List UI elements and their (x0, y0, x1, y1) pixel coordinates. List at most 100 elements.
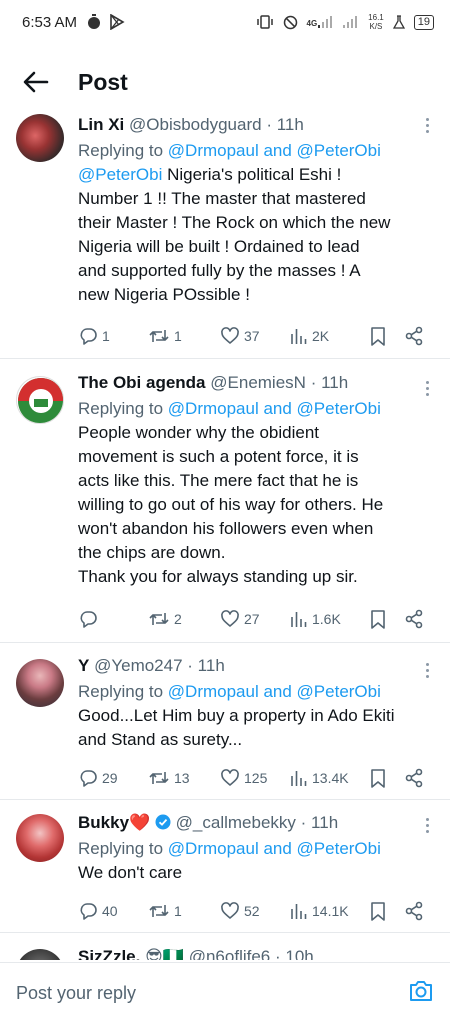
retweet-button[interactable]: 1 (148, 326, 220, 346)
views-icon (291, 904, 307, 919)
bookmark-button[interactable] (370, 901, 404, 921)
share-icon (405, 326, 423, 346)
reply-targets-link[interactable]: @Drmopaul and @PeterObi (168, 399, 381, 418)
tweet-item[interactable]: The Obi agenda @EnemiesN · 11h Replying … (0, 359, 450, 643)
bookmark-icon (371, 326, 385, 346)
tweet-header: SizZzle. 😎🇳🇬 @n6oflife6 · 10h (78, 946, 440, 960)
replying-to: Replying to @Drmopaul and @PeterObi (78, 399, 381, 418)
tweet-text: Good...Let Him buy a property in Ado Eki… (78, 706, 395, 749)
share-icon (405, 901, 423, 921)
reply-icon (80, 328, 97, 345)
retweet-button[interactable]: 1 (148, 901, 220, 921)
avatar[interactable] (16, 376, 64, 424)
reply-icon (80, 903, 97, 920)
tweet-actions: 1 1 37 2K (78, 323, 434, 349)
share-button[interactable] (404, 326, 424, 346)
vibrate-icon (256, 15, 273, 29)
page-title: Post (78, 68, 128, 95)
bookmark-button[interactable] (370, 609, 404, 629)
handle[interactable]: @EnemiesN (210, 373, 306, 392)
tweet-actions: 2 27 1.6K (78, 606, 434, 632)
camera-button[interactable] (408, 979, 434, 1008)
avatar[interactable] (16, 814, 64, 862)
bookmark-button[interactable] (370, 326, 404, 346)
replying-to: Replying to @Drmopaul and @PeterObi (78, 682, 381, 701)
battery-indicator: 19 (413, 14, 434, 30)
handle[interactable]: @Yemo247 (94, 656, 182, 675)
reply-targets-link[interactable]: @Drmopaul and @PeterObi (168, 682, 381, 701)
back-arrow-icon (23, 71, 49, 93)
display-name[interactable]: The Obi agenda (78, 373, 206, 392)
bookmark-icon (371, 901, 385, 921)
tweet-item[interactable]: Bukky❤️ @_callmebekky · 11h Replying to … (0, 800, 450, 933)
display-name[interactable]: Y (78, 656, 89, 675)
share-button[interactable] (404, 768, 424, 788)
retweet-button[interactable]: 2 (148, 609, 220, 629)
play-store-icon (110, 14, 125, 30)
replies-list[interactable]: Lin Xi @Obisbodyguard · 11h Replying to … (0, 112, 450, 960)
reply-icon (80, 770, 97, 787)
display-name[interactable]: Lin Xi (78, 115, 124, 134)
tweet-header: The Obi agenda @EnemiesN · 11h (78, 372, 440, 394)
stopwatch-icon (88, 14, 101, 29)
verified-badge-icon (155, 814, 171, 830)
like-button[interactable]: 52 (220, 901, 290, 921)
bookmark-button[interactable] (370, 768, 404, 788)
views-icon (291, 612, 307, 627)
like-button[interactable]: 37 (220, 326, 290, 346)
tweet-item[interactable]: Lin Xi @Obisbodyguard · 11h Replying to … (0, 112, 450, 359)
reply-button[interactable]: 1 (78, 326, 148, 346)
heart-emoji: ❤️ (129, 813, 151, 832)
tweet-header: Bukky❤️ @_callmebekky · 11h (78, 812, 440, 834)
tweet-item[interactable]: Y @Yemo247 · 11h Replying to @Drmopaul a… (0, 643, 450, 800)
handle[interactable]: @_callmebekky (176, 813, 296, 832)
tweet-actions: 40 1 52 14.1K (78, 898, 434, 924)
avatar[interactable] (16, 659, 64, 707)
views-button[interactable]: 14.1K (290, 902, 370, 920)
reply-button[interactable]: 40 (78, 901, 148, 921)
retweet-icon (149, 772, 169, 784)
camera-icon (410, 981, 432, 1001)
avatar[interactable] (16, 114, 64, 162)
views-icon (291, 771, 307, 786)
display-name[interactable]: SizZzle. (78, 947, 140, 960)
reply-button[interactable]: 29 (78, 768, 148, 788)
retweet-button[interactable]: 13 (148, 768, 220, 788)
tweet-actions: 29 13 125 13.4K (78, 765, 434, 791)
status-bar: 6:53 AM 4G 16.1 K/S 19 (0, 0, 450, 44)
views-button[interactable]: 2K (290, 327, 370, 345)
share-icon (405, 609, 423, 629)
handle[interactable]: @Obisbodyguard (129, 115, 262, 134)
reply-icon (80, 611, 97, 628)
mention-link[interactable]: @PeterObi (78, 165, 162, 184)
back-button[interactable] (12, 58, 60, 106)
views-button[interactable]: 1.6K (290, 610, 370, 628)
bookmark-icon (371, 609, 385, 629)
like-button[interactable]: 125 (220, 768, 290, 788)
tweet-header: Lin Xi @Obisbodyguard · 11h (78, 114, 440, 136)
retweet-icon (149, 330, 169, 342)
net-speed: 16.1 K/S (368, 13, 384, 31)
views-icon (291, 329, 307, 344)
views-button[interactable]: 13.4K (290, 769, 370, 787)
handle[interactable]: @n6oflife6 (189, 947, 271, 960)
timestamp: · 11h (300, 813, 339, 832)
reply-input[interactable]: Post your reply (16, 983, 136, 1004)
share-icon (405, 768, 423, 788)
reply-targets-link[interactable]: @Drmopaul and @PeterObi (168, 839, 381, 858)
timestamp: · 11h (187, 656, 225, 675)
party-logo-icon (18, 378, 63, 423)
display-name[interactable]: Bukky (78, 813, 129, 832)
tweet-item[interactable]: SizZzle. 😎🇳🇬 @n6oflife6 · 10h (0, 933, 450, 960)
share-button[interactable] (404, 901, 424, 921)
like-icon (221, 610, 239, 627)
reply-button[interactable] (78, 609, 148, 629)
tweet-header: Y @Yemo247 · 11h (78, 655, 440, 677)
timestamp: · 11h (266, 115, 304, 134)
share-button[interactable] (404, 609, 424, 629)
like-button[interactable]: 27 (220, 609, 290, 629)
signal-bars-icon (318, 16, 333, 28)
status-time: 6:53 AM (22, 13, 78, 31)
avatar[interactable] (16, 949, 64, 960)
reply-targets-link[interactable]: @Drmopaul and @PeterObi (168, 141, 381, 160)
